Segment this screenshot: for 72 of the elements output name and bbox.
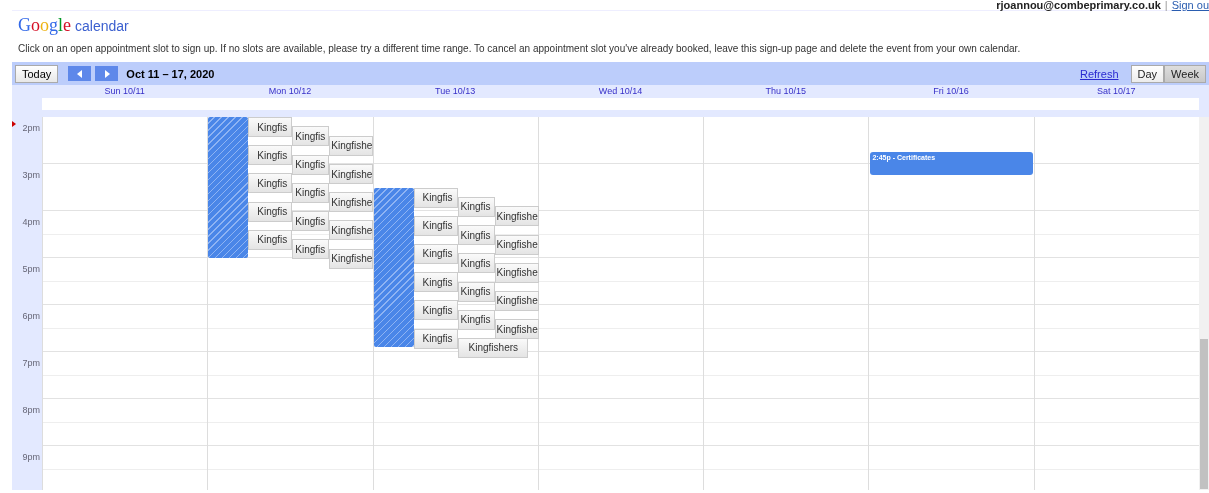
appointment-slot[interactable]: Kingfis (457, 196, 495, 217)
appointment-slot[interactable]: Kingfis (457, 309, 495, 330)
hour-label: 7pm (22, 358, 40, 368)
appointment-slot[interactable]: Kingfishe (329, 220, 374, 241)
appointment-slot[interactable]: Kingfishe (494, 234, 539, 255)
appointment-slot[interactable]: Kingfishe (494, 290, 539, 311)
left-arrow-icon (76, 69, 83, 78)
appointment-slot[interactable]: Kingfis (292, 154, 330, 175)
date-range: Oct 11 – 17, 2020 (126, 67, 215, 80)
day-heading: Wed 10/14 (598, 85, 643, 98)
appointment-slot[interactable]: Kingfis (248, 201, 293, 222)
scrollbar-thumb[interactable] (1200, 339, 1208, 489)
appointment-slot[interactable]: Kingfishe (494, 319, 539, 340)
hour-label: 8pm (22, 405, 40, 415)
hour-label: 9pm (22, 452, 40, 462)
appointment-slot[interactable]: Kingfishe (494, 206, 539, 227)
view-tab[interactable]: Day (1130, 64, 1165, 83)
instructions-text: Click on an open appointment slot to sign up. If no slots are available, please try a different time range. To cancel an appointment slot you've already booked, leave this sign-up page and delete the event from your own calendar. (18, 43, 1022, 56)
day-column[interactable] (703, 117, 869, 490)
appointment-slot[interactable]: Kingfis (292, 211, 330, 231)
appointment-slot[interactable]: Kingfis (292, 239, 330, 260)
all-day-cell[interactable] (1033, 98, 1200, 110)
appointment-slot[interactable]: Kingfis (457, 225, 495, 246)
previous-button[interactable] (68, 66, 92, 81)
day-column[interactable] (1033, 117, 1199, 490)
appointment-slot[interactable]: Kingfis (248, 117, 293, 137)
appointment-slot[interactable]: Kingfis (292, 182, 330, 203)
appointment-slot[interactable]: Kingfishe (329, 192, 374, 213)
hour-label: 4pm (22, 217, 40, 227)
day-column[interactable] (537, 117, 704, 490)
appointment-slot[interactable]: Kingfis (413, 272, 458, 293)
appointment-slot[interactable]: Kingfishe (329, 135, 374, 156)
day-heading: Tue 10/13 (435, 85, 476, 98)
day-column[interactable]: Kingfis Kingfis Kingfishe Kingfis Kingfis Kingfishe Kingfis Kingfis Kingfishe Kingfis Kingfis Kingfishe Kingfis Kingfis Kingfishe Kingfis Kingfishers (372, 117, 538, 490)
appointment-slot[interactable]: Kingfis (413, 215, 458, 236)
day-column[interactable]: Kingfis Kingfis Kingfishe Kingfis Kingfis Kingfishe Kingfis Kingfis Kingfishe Kingfis Kingfis Kingfishe Kingfis Kingfis Kingfishe (207, 117, 373, 490)
appointment-slot[interactable]: Kingfishe (329, 164, 374, 184)
view-tab[interactable]: Week (1164, 64, 1206, 83)
appointment-slot[interactable]: Kingfis (413, 300, 458, 321)
next-button[interactable] (95, 66, 119, 81)
separator: | (1164, 0, 1168, 10)
product-name: calendar (75, 18, 129, 34)
right-arrow-icon (103, 69, 110, 78)
day-column[interactable] (42, 117, 208, 490)
hour-label: 2pm (22, 123, 40, 133)
today-button[interactable]: Today (15, 64, 59, 83)
day-heading: Mon 10/12 (268, 85, 312, 98)
sign-out-link[interactable]: Sign ou (1171, 0, 1209, 10)
appointment-slot[interactable]: Kingfis (457, 281, 495, 302)
appointment-slot[interactable]: Kingfishe (494, 262, 539, 283)
appointment-slot[interactable]: Kingfis (457, 253, 495, 274)
day-heading: Sun 10/11 (104, 85, 145, 98)
refresh-link[interactable]: Refresh (1080, 67, 1119, 80)
hour-label: 5pm (22, 264, 40, 274)
appointment-slot[interactable]: Kingfis (248, 173, 293, 194)
appointment-slot[interactable]: Kingfishers (457, 337, 528, 358)
day-heading: Fri 10/16 (933, 85, 969, 98)
appointment-slot[interactable]: Kingfis (248, 145, 293, 166)
day-heading: Thu 10/15 (765, 85, 807, 98)
account-email: rjoannou@combeprimary.co.uk (996, 0, 1161, 10)
day-heading: Sat 10/17 (1097, 85, 1136, 98)
appointment-slot[interactable]: Kingfishe (329, 248, 374, 269)
appointment-slot[interactable]: Kingfis (413, 328, 458, 349)
hour-label: 6pm (22, 311, 40, 321)
appointment-slot[interactable]: Kingfis (413, 243, 458, 264)
appointment-slot[interactable]: Kingfis (413, 187, 458, 208)
google-logo: Google (18, 15, 71, 36)
current-time-marker-icon (12, 121, 16, 127)
appointment-slot[interactable]: Kingfis (248, 229, 293, 250)
all-day-cell[interactable] (41, 98, 208, 110)
appointment-slot[interactable]: Kingfis (292, 126, 330, 147)
hour-label: 3pm (22, 170, 40, 180)
